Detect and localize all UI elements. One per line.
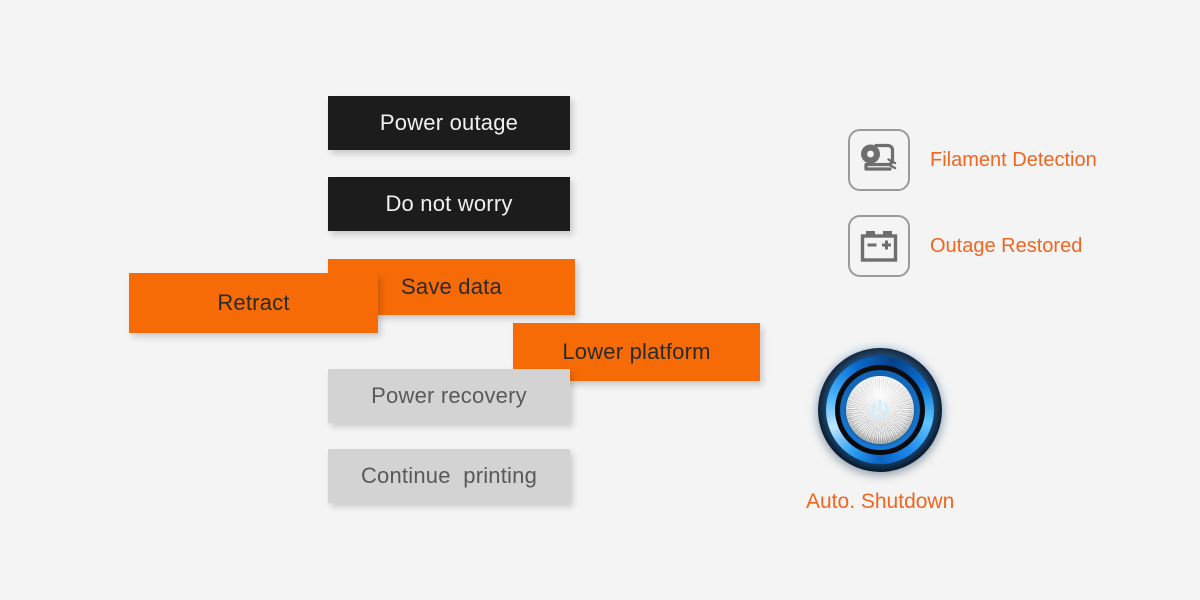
flow-step-power-outage: Power outage bbox=[328, 96, 570, 150]
flow-step-do-not-worry: Do not worry bbox=[328, 177, 570, 231]
power-icon bbox=[871, 399, 889, 419]
power-button-face bbox=[846, 376, 914, 444]
flow-step-label: Do not worry bbox=[385, 191, 513, 216]
feature-label: Filament Detection bbox=[930, 148, 1097, 171]
flow-step-retract: Retract bbox=[129, 273, 378, 333]
filament-detection-icon-box bbox=[848, 129, 910, 191]
auto-shutdown-label: Auto. Shutdown bbox=[806, 490, 955, 513]
battery-icon bbox=[860, 231, 898, 262]
feature-label: Outage Restored bbox=[930, 234, 1083, 257]
flow-step-label: Power recovery bbox=[371, 383, 527, 408]
feature-outage-restored: Outage Restored bbox=[848, 215, 1082, 277]
flow-step-label: Lower platform bbox=[562, 339, 711, 364]
outage-restored-icon-box bbox=[848, 215, 910, 277]
flow-step-continue-printing: Continue printing bbox=[328, 449, 570, 503]
flow-step-label: Continue printing bbox=[360, 463, 538, 488]
diagram-canvas: Power outage Do not worry Save data Retr… bbox=[0, 0, 1200, 600]
flow-step-label: Power outage bbox=[379, 110, 519, 135]
feature-filament-detection: Filament Detection bbox=[848, 129, 1097, 191]
filament-spool-icon bbox=[861, 143, 897, 171]
flow-step-label: Retract bbox=[217, 290, 290, 315]
auto-shutdown-group: Auto. Shutdown bbox=[806, 348, 954, 514]
flow-step-power-recovery: Power recovery bbox=[328, 369, 570, 423]
flow-step-label: Save data bbox=[401, 274, 502, 299]
power-button[interactable] bbox=[818, 348, 942, 472]
